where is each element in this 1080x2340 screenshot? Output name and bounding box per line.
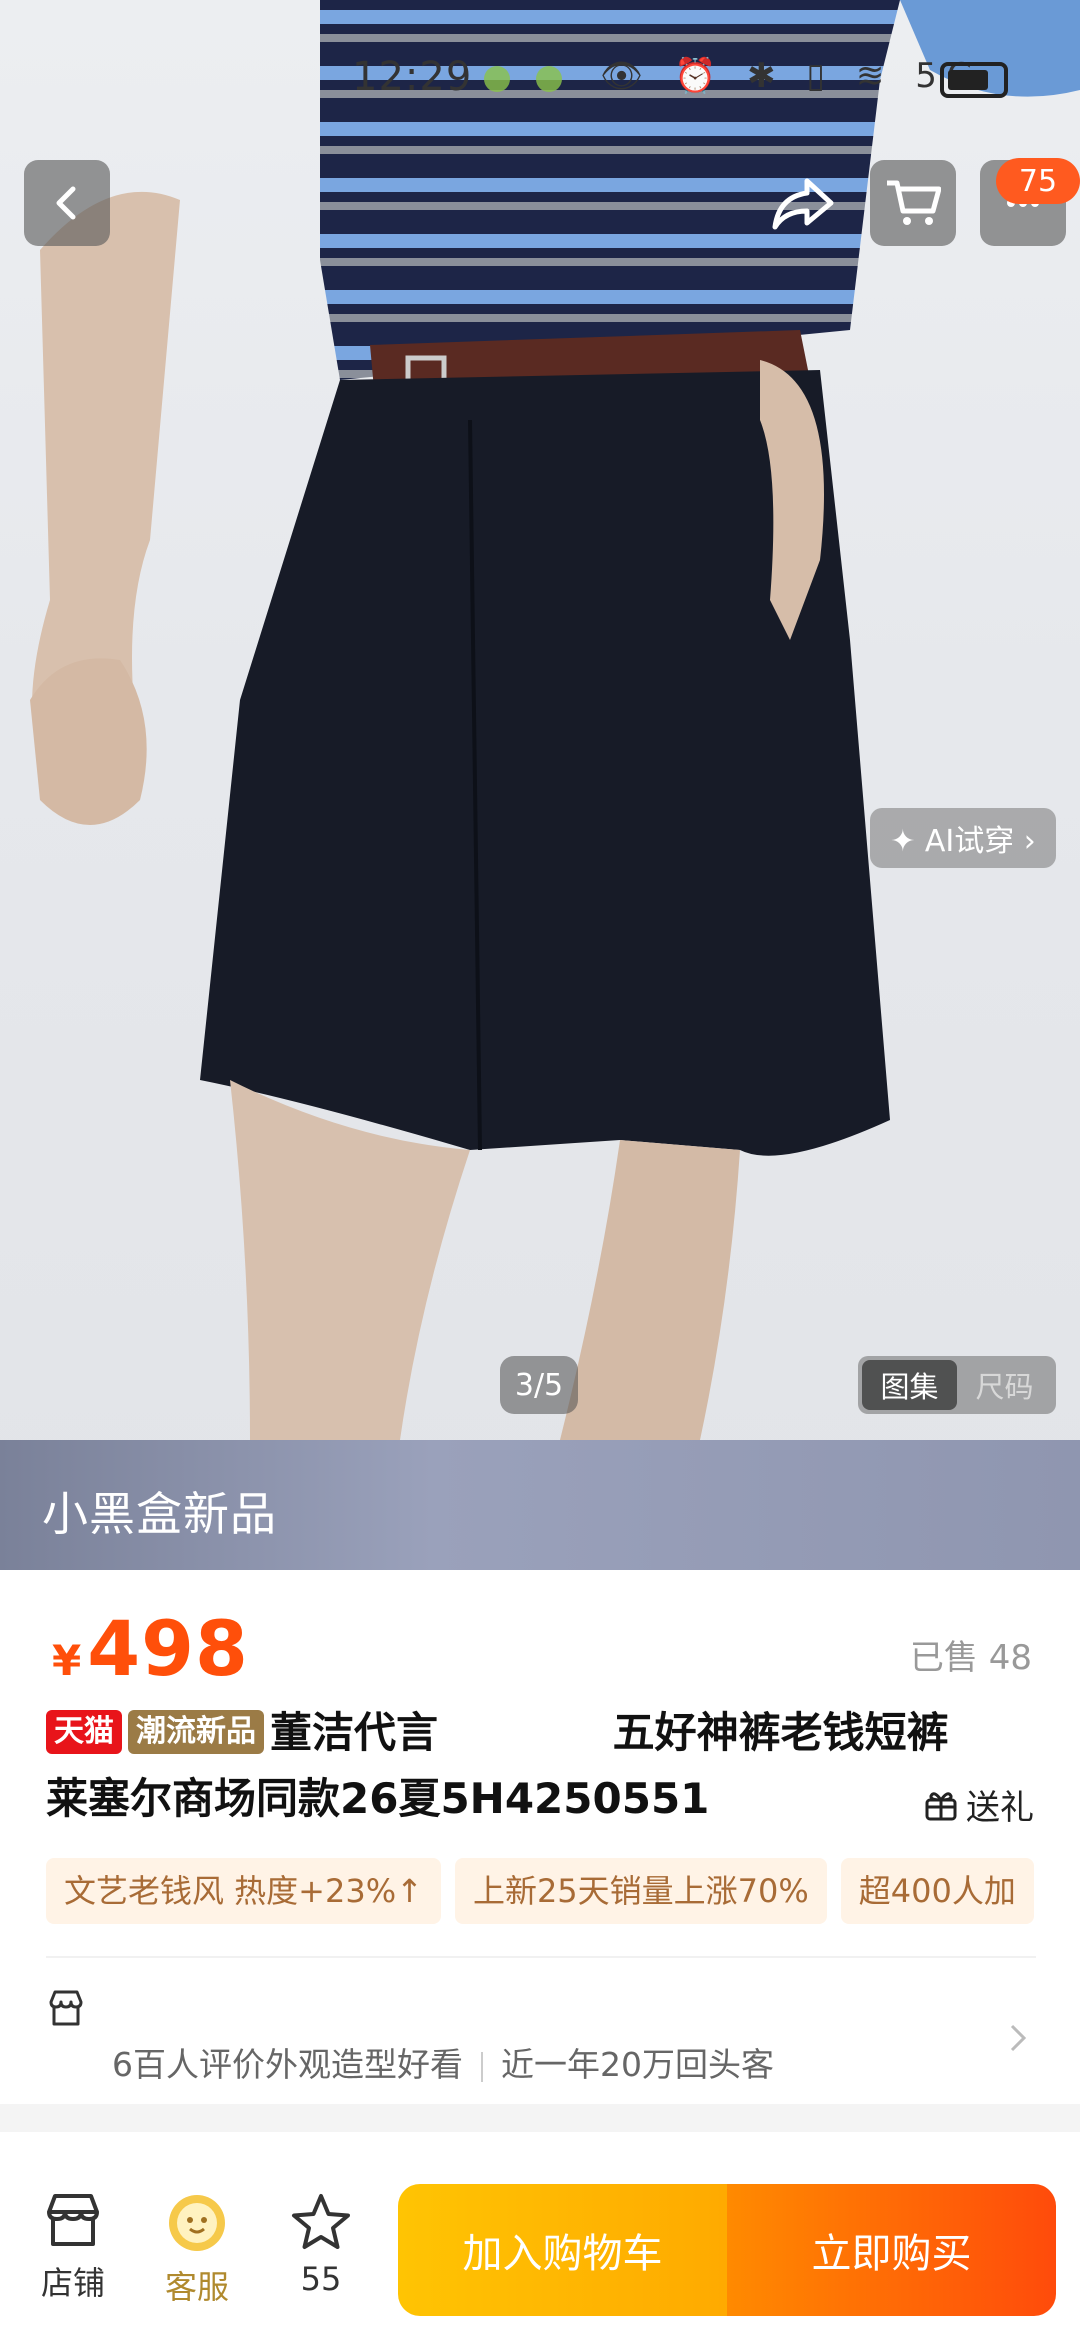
tab-gallery[interactable]: 图集 (862, 1360, 957, 1410)
title-line2: 莱塞尔商场同款26夏5H4250551 (46, 1774, 710, 1823)
sold-count: 已售 48 (909, 1638, 1032, 1678)
chip-style-heat[interactable]: 文艺老钱风 热度+23%↑ (46, 1858, 441, 1924)
tab-size[interactable]: 尺码 (957, 1360, 1052, 1410)
product-info: ¥ 498 已售 48 天猫 潮流新品 董洁代言 五好神裤老钱短裤 莱塞尔商场同款2… (0, 1570, 1080, 2110)
favorite-count: 55 (300, 2260, 342, 2298)
shop-icon (47, 2194, 99, 2246)
store-tab-label: 店铺 (40, 2264, 105, 2302)
store-reviews: 6百人评价外观造型好看 近一年20万回头客 (112, 2038, 774, 2086)
separator (481, 2051, 483, 2082)
purchase-actions: 加入购物车 立即购买 (398, 2184, 1056, 2316)
image-counter: 3/5 (500, 1356, 578, 1414)
store-icon (49, 1990, 83, 2026)
favorite-tab[interactable]: 55 (266, 2192, 376, 2298)
gift-icon (925, 1791, 957, 1820)
ai-try-on-button[interactable]: ✦ AI试穿 › (870, 808, 1056, 868)
highlight-chips: 文艺老钱风 热度+23%↑ 上新25天销量上涨70% 超400人加 (46, 1858, 1080, 1924)
product-title: 天猫 潮流新品 董洁代言 五好神裤老钱短裤 莱塞尔商场同款26夏5H4250551 (46, 1700, 1046, 1832)
chevron-right-icon (1010, 2024, 1027, 2052)
chip-sales-growth[interactable]: 上新25天销量上涨70% (454, 1858, 827, 1924)
section-separator (0, 2104, 1080, 2132)
brand-banner-text: 小黑盒新品 (42, 1487, 277, 1541)
title-line1: 董洁代言 (270, 1708, 453, 1757)
gift-label: 送礼 (966, 1788, 1034, 1828)
brand-banner: 小黑盒新品 (0, 1440, 1080, 1570)
price-value: 498 (87, 1604, 249, 1693)
buy-now-button[interactable]: 立即购买 (727, 2184, 1056, 2316)
product-image-gallery[interactable]: 12:29 👁 ⏰ ✱ ▯ ≋ 5G 75 ✦ AI试穿 › 3/5 图集 尺码… (0, 0, 1080, 1570)
bottom-action-bar: 店铺 客服 55 加入购物车 立即购买 (0, 2160, 1080, 2340)
store-tab[interactable]: 店铺 (18, 2192, 128, 2304)
chevron-left-icon (56, 186, 76, 220)
add-to-cart-button[interactable]: 加入购物车 (398, 2184, 727, 2316)
battery-icon (940, 62, 1008, 98)
notification-icon (536, 66, 562, 92)
customer-service-tab[interactable]: 客服 (142, 2192, 252, 2308)
currency-symbol: ¥ (52, 1636, 82, 1685)
back-button[interactable] (24, 160, 110, 246)
trend-tag: 潮流新品 (128, 1709, 264, 1754)
cart-icon (887, 180, 941, 225)
repeat-customers: 近一年20万回头客 (501, 2045, 774, 2084)
star-icon (292, 2194, 350, 2249)
customer-service-label: 客服 (164, 2268, 229, 2306)
status-icons: 👁 ⏰ ✱ ▯ ≋ 5G (600, 56, 984, 96)
title-line1b: 五好神裤老钱短裤 (612, 1708, 949, 1757)
status-bar: 12:29 👁 ⏰ ✱ ▯ ≋ 5G (0, 48, 1080, 108)
share-icon (772, 178, 834, 230)
cart-button[interactable] (870, 160, 956, 246)
status-time: 12:29 (352, 54, 473, 100)
store-summary-row[interactable]: 6百人评价外观造型好看 近一年20万回头客 (46, 1980, 1036, 2090)
chip-buyers[interactable]: 超400人加 (840, 1858, 1034, 1924)
share-button[interactable] (760, 160, 846, 246)
cart-count-badge: 75 (996, 158, 1080, 204)
divider (46, 1956, 1036, 1958)
gallery-segment-control[interactable]: 图集 尺码 (858, 1356, 1056, 1414)
review-summary: 6百人评价外观造型好看 (112, 2045, 463, 2084)
gift-button[interactable]: 送礼 (924, 1780, 1034, 1829)
notification-icon (484, 66, 510, 92)
tmall-tag: 天猫 (46, 1709, 122, 1754)
customer-service-icon (169, 2195, 225, 2251)
price: ¥ 498 (52, 1604, 249, 1693)
